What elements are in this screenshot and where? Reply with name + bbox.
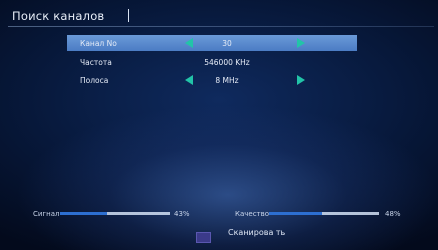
frequency-row[interactable]: Частота 546000 KHz <box>67 54 357 70</box>
signal-percent: 43% <box>174 210 190 218</box>
arrow-right-icon[interactable] <box>297 38 305 48</box>
page-title: Поиск каналов <box>12 9 105 23</box>
scan-button-label[interactable]: Сканирова ть <box>228 228 298 237</box>
quality-bar <box>269 212 379 215</box>
signal-bar-fill <box>60 212 108 215</box>
quality-label: Качество <box>235 210 270 218</box>
signal-bar <box>60 212 170 215</box>
frequency-value: 546000 KHz <box>204 58 250 67</box>
channel-number-value: 30 <box>222 39 232 48</box>
signal-label: Сигнал <box>33 210 60 218</box>
quality-bar-fill <box>269 212 322 215</box>
title-divider <box>8 26 434 27</box>
channel-search-screen: Поиск каналов Канал No 30 Частота 546000… <box>0 0 438 250</box>
bandwidth-label: Полоса <box>80 76 109 85</box>
arrow-right-icon[interactable] <box>297 75 305 85</box>
channel-number-label: Канал No <box>80 39 117 48</box>
quality-percent: 48% <box>385 210 401 218</box>
scan-button-icon[interactable] <box>196 232 211 243</box>
frequency-label: Частота <box>80 58 112 67</box>
channel-number-row[interactable]: Канал No 30 <box>67 35 357 51</box>
text-cursor <box>128 9 129 22</box>
bandwidth-value: 8 MHz <box>215 76 239 85</box>
bandwidth-row[interactable]: Полоса 8 MHz <box>67 72 357 88</box>
title-bar: Поиск каналов <box>0 0 438 28</box>
